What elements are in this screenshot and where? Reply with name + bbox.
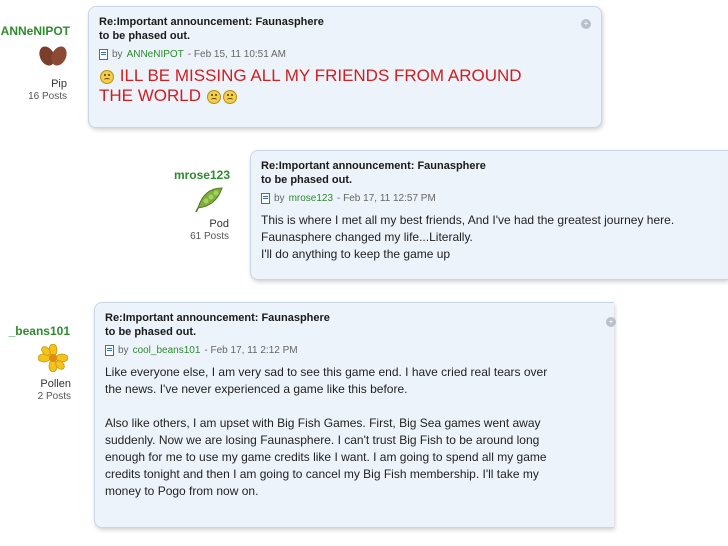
user-rank: Pip bbox=[51, 78, 67, 90]
author-link[interactable]: cool_beans101 bbox=[133, 345, 201, 356]
crying-emoji-icon bbox=[206, 89, 221, 104]
username-link[interactable]: ANNeNIPOT bbox=[0, 24, 70, 38]
post-bubble-1: + Re:Important announcement: Faunasphere… bbox=[88, 6, 602, 128]
post-author-2: mrose123 bbox=[150, 168, 230, 182]
user-rank: Pod bbox=[209, 218, 229, 230]
author-info-2: Pod 61 Posts bbox=[150, 214, 229, 242]
paragraph-1: Like everyone else, I am very sad to see… bbox=[105, 365, 548, 396]
username-link[interactable]: mrose123 bbox=[150, 168, 230, 182]
user-post-count: 2 Posts bbox=[37, 391, 71, 402]
post-message: This is where I met all my best friends,… bbox=[261, 213, 675, 261]
user-post-count: 61 Posts bbox=[190, 231, 229, 242]
post-date: - Feb 15, 11 10:51 AM bbox=[187, 49, 287, 60]
post-document-icon[interactable] bbox=[105, 345, 114, 356]
post-author-3: _beans101 bbox=[0, 324, 70, 338]
author-info-3: Pollen 2 Posts bbox=[0, 374, 71, 402]
post-date: - Feb 17, 11 2:12 PM bbox=[204, 345, 298, 356]
paragraph-2: Also like others, I am upset with Big Fi… bbox=[105, 416, 547, 498]
user-rank: Pollen bbox=[40, 378, 71, 390]
post-options-icon[interactable]: + bbox=[581, 19, 591, 29]
bean-pip-icon bbox=[38, 44, 68, 73]
crying-emoji-icon bbox=[100, 69, 114, 84]
post-author-1: ANNeNIPOT bbox=[0, 24, 70, 38]
post-message: ILL BE MISSING ALL MY FRIENDS FROM AROUN… bbox=[99, 66, 522, 105]
crying-emoji-icon bbox=[222, 89, 237, 104]
post-title: Re:Important announcement: Faunasphere t… bbox=[261, 160, 486, 186]
author-link[interactable]: ANNeNIPOT bbox=[127, 49, 184, 60]
post-title: Re:Important announcement: Faunasphere t… bbox=[99, 16, 324, 42]
post-date: - Feb 17, 11 12:57 PM bbox=[337, 193, 436, 204]
user-post-count: 16 Posts bbox=[28, 91, 67, 102]
pollen-flower-icon bbox=[37, 343, 69, 377]
author-info-1: Pip 16 Posts bbox=[0, 74, 67, 102]
post-meta: by mrose123 - Feb 17, 11 12:57 PM bbox=[261, 193, 718, 204]
username-link[interactable]: _beans101 bbox=[0, 324, 70, 338]
author-link[interactable]: mrose123 bbox=[289, 193, 333, 204]
post-meta: by cool_beans101 - Feb 17, 11 2:12 PM bbox=[105, 345, 604, 356]
post-document-icon[interactable] bbox=[99, 49, 108, 60]
post-message: Like everyone else, I am very sad to see… bbox=[105, 364, 604, 500]
post-meta: by ANNeNIPOT - Feb 15, 11 10:51 AM bbox=[99, 49, 591, 60]
post-options-icon[interactable]: + bbox=[606, 317, 616, 327]
post-bubble-3: + Re:Important announcement: Faunasphere… bbox=[94, 302, 616, 528]
post-title: Re:Important announcement: Faunasphere t… bbox=[105, 312, 330, 338]
post-bubble-2: Re:Important announcement: Faunasphere t… bbox=[250, 150, 728, 280]
post-document-icon[interactable] bbox=[261, 193, 270, 204]
